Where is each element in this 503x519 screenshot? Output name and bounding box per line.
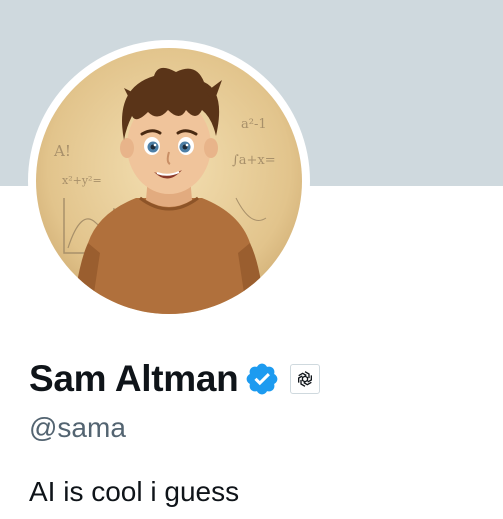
chalk-text-1: A! (53, 142, 71, 160)
avatar[interactable]: A! x²+y²= a²-1 ∫a+x= (36, 48, 302, 314)
profile-bio: AI is cool i guess (29, 476, 240, 507)
chalk-text-3: a²-1 (241, 117, 267, 132)
avatar-illustration: A! x²+y²= a²-1 ∫a+x= (36, 48, 302, 314)
verified-badge-icon[interactable] (244, 361, 280, 397)
chalk-text-2: x²+y²= (62, 174, 102, 187)
display-name-row: Sam Altman (29, 357, 321, 401)
chalk-text-4: ∫a+x= (232, 153, 276, 168)
display-name[interactable]: Sam Altman (29, 358, 239, 400)
openai-logo-icon[interactable] (290, 364, 321, 394)
username-handle: @sama (29, 412, 126, 443)
